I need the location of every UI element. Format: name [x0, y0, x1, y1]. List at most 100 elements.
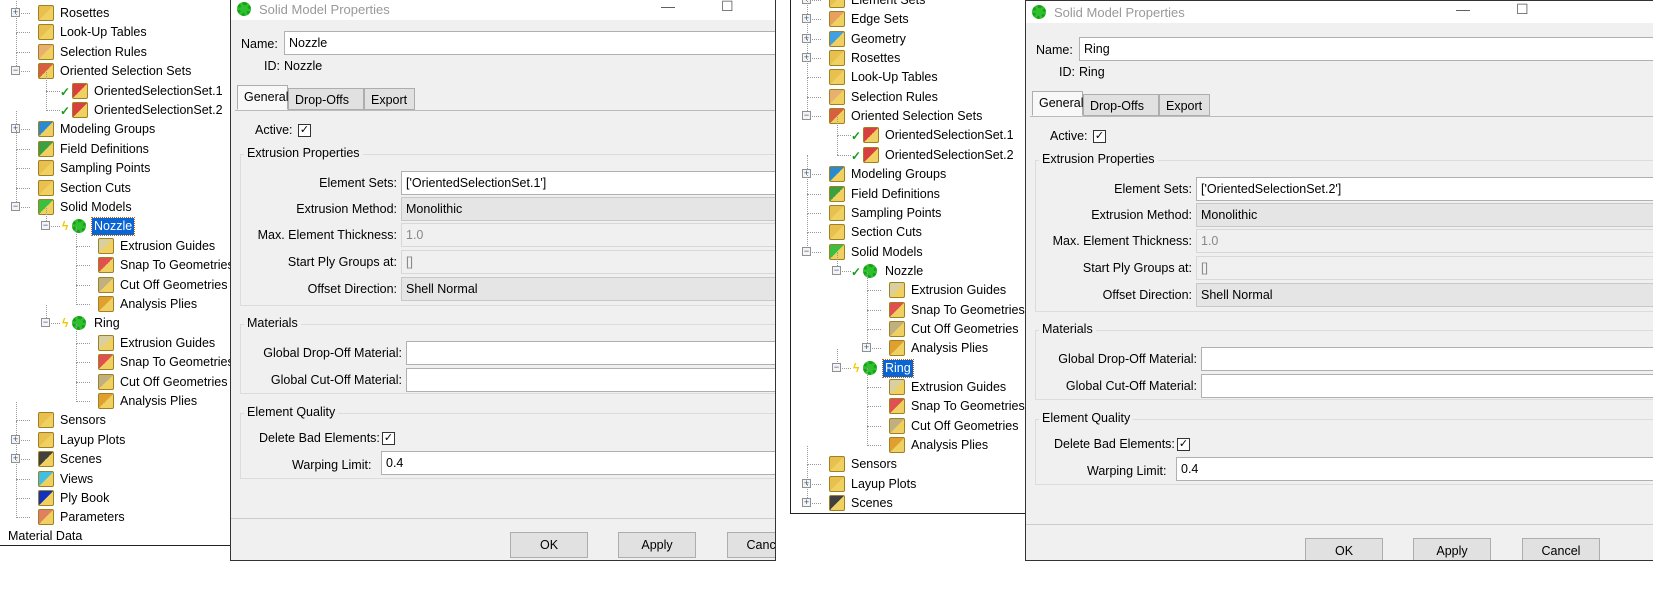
name-input[interactable]: Nozzle	[284, 31, 775, 55]
tree-item[interactable]: Sensors	[0, 401, 230, 430]
tree-item[interactable]: + Edge Sets	[791, 0, 1025, 29]
tree-item-label[interactable]: Extrusion Guides	[909, 379, 1008, 396]
cancel-button[interactable]: Cancel	[727, 532, 775, 558]
tree-item[interactable]: Cut Off Geometries	[0, 265, 230, 295]
tree-item[interactable]: Sampling Points	[791, 194, 1025, 223]
tree-item[interactable]: + Modeling Groups	[791, 155, 1025, 184]
ok-button[interactable]: OK	[510, 532, 588, 558]
tree-item[interactable]: Sensors	[791, 445, 1025, 474]
tree-item[interactable]: Section Cuts	[791, 213, 1025, 242]
tree-item-label[interactable]: Solid Models	[849, 244, 925, 261]
tree-item-label[interactable]: Sampling Points	[58, 160, 152, 177]
collapse-icon[interactable]: −	[832, 362, 841, 372]
tree-item[interactable]: + Geometry	[791, 20, 1025, 49]
tree-item[interactable]: Snap To Geometries	[0, 343, 230, 372]
element-sets-input[interactable]: ['OrientedSelectionSet.1']	[401, 171, 775, 195]
collapse-icon[interactable]: −	[41, 318, 50, 328]
tree-item[interactable]: Snap To Geometries	[791, 290, 1025, 320]
tree-item-label[interactable]: Ring	[882, 358, 914, 378]
tree-item-label[interactable]: Analysis Plies	[118, 296, 199, 313]
global-dropoff-material-select[interactable]	[1201, 347, 1653, 371]
tree-item-label[interactable]: Cut Off Geometries	[909, 321, 1020, 338]
collapse-icon[interactable]: −	[802, 246, 811, 256]
tree-item-label[interactable]: OrientedSelectionSet.2	[92, 102, 225, 119]
tree-item-label[interactable]: Extrusion Guides	[909, 282, 1008, 299]
tree-item[interactable]: ✓ OrientedSelectionSet.1	[791, 116, 1025, 145]
tree-item-label[interactable]: Rosettes	[849, 50, 902, 67]
title-bar[interactable]: Solid Model Properties — ☐	[1026, 1, 1653, 23]
collapse-icon[interactable]: −	[11, 202, 20, 211]
tab-dropoffs[interactable]: Drop-Offs	[288, 88, 364, 110]
maximize-button[interactable]: ☐	[1516, 1, 1529, 18]
tree-item[interactable]: − Oriented Selection Sets	[791, 97, 1025, 126]
tree-item[interactable]: Parameters	[0, 498, 230, 527]
tree-item-label[interactable]: Section Cuts	[849, 224, 924, 241]
element-sets-input[interactable]: ['OrientedSelectionSet.2']	[1196, 177, 1653, 201]
warping-limit-input[interactable]: 0.4	[1176, 457, 1653, 481]
tree-item-label[interactable]: Layup Plots	[58, 432, 127, 449]
max-thickness-input[interactable]: 1.0	[1196, 229, 1653, 253]
tree-item-label[interactable]: Sensors	[58, 412, 108, 429]
tree-item[interactable]: Section Cuts	[0, 168, 230, 198]
tree-item-label[interactable]: Snap To Geometries	[118, 354, 230, 371]
tree-item[interactable]: Field Definitions	[791, 174, 1025, 204]
tree-item[interactable]: Look-Up Tables	[0, 13, 230, 42]
collapse-icon[interactable]: −	[11, 66, 20, 76]
minimize-button[interactable]: —	[1456, 1, 1470, 17]
tree-item[interactable]: Look-Up Tables	[791, 58, 1025, 87]
tree-item-label[interactable]: Look-Up Tables	[849, 69, 940, 86]
tree-item-label[interactable]: Extrusion Guides	[118, 335, 217, 352]
tree-item-label[interactable]: Analysis Plies	[909, 437, 990, 454]
tree-item[interactable]: Cut Off Geometries	[791, 310, 1025, 339]
tree-item[interactable]: Analysis Plies	[0, 285, 230, 314]
global-cutoff-material-select[interactable]	[406, 368, 775, 392]
tree-item[interactable]: − ϟ Ring	[0, 304, 230, 333]
tree-item-label[interactable]: Selection Rules	[58, 44, 149, 61]
tree-item[interactable]: Analysis Plies	[791, 426, 1025, 455]
project-tree-right[interactable]: +Element Sets+Edge Sets+Geometry + Rosette…	[790, 0, 1026, 514]
tree-item[interactable]: Analysis Plies	[0, 382, 230, 411]
tree-item[interactable]: Selection Rules	[0, 33, 230, 62]
expand-icon[interactable]: +	[802, 498, 811, 508]
tab-dropoffs[interactable]: Drop-Offs	[1083, 94, 1159, 116]
tree-item-label[interactable]: Field Definitions	[58, 141, 151, 158]
tree-item-label[interactable]: Ring	[92, 315, 122, 332]
tree-item-label[interactable]: OrientedSelectionSet.1	[883, 127, 1016, 144]
offset-direction-select[interactable]: Shell Normal	[1196, 283, 1653, 307]
tree-item-label[interactable]: Selection Rules	[849, 89, 940, 106]
tree-item-label[interactable]: Snap To Geometries	[909, 302, 1025, 319]
tree-item[interactable]: Extrusion Guides	[791, 271, 1025, 300]
tree-item[interactable]: Field Definitions	[0, 130, 230, 159]
tree-item[interactable]: + Scenes	[0, 440, 230, 469]
tree-item[interactable]: − Solid Models	[791, 232, 1025, 262]
apply-button[interactable]: Apply	[618, 532, 696, 558]
tree-item[interactable]: Sampling Points	[0, 149, 230, 178]
delete-bad-elements-checkbox[interactable]: ✓	[382, 432, 395, 445]
tree-item[interactable]: Ply Book	[0, 479, 230, 508]
tree-item-label[interactable]: Cut Off Geometries	[118, 277, 229, 294]
tree-item[interactable]: + Rosettes	[0, 0, 230, 23]
max-thickness-input[interactable]: 1.0	[401, 223, 775, 247]
tree-item[interactable]: Cut Off Geometries	[0, 362, 230, 392]
tree-item-label[interactable]: Layup Plots	[849, 476, 918, 493]
extrusion-method-select[interactable]: Monolithic	[401, 197, 775, 221]
tree-item-label[interactable]: Parameters	[58, 509, 127, 526]
cancel-button[interactable]: Cancel	[1522, 538, 1600, 560]
tree-item[interactable]: ✓ OrientedSelectionSet.2	[0, 91, 230, 120]
tree-item-label[interactable]: Solid Models	[58, 199, 134, 216]
tab-general[interactable]: General	[237, 85, 288, 110]
tree-item-label[interactable]: Analysis Plies	[909, 340, 990, 357]
tab-general[interactable]: General	[1032, 91, 1083, 116]
tree-item[interactable]: − ϟ Ring	[791, 348, 1025, 378]
offset-direction-select[interactable]: Shell Normal	[401, 277, 775, 301]
tree-item-label[interactable]: Modeling Groups	[58, 121, 157, 138]
project-tree-left[interactable]: + Rosettes Look-Up Tables Selection Rules − O…	[0, 0, 231, 546]
collapse-icon[interactable]: −	[41, 221, 50, 231]
apply-button[interactable]: Apply	[1413, 538, 1491, 560]
collapse-icon[interactable]: −	[832, 265, 841, 275]
tree-item-label[interactable]: Geometry	[849, 31, 908, 48]
tree-item-label[interactable]: Sensors	[849, 456, 899, 473]
extrusion-method-select[interactable]: Monolithic	[1196, 203, 1653, 227]
active-checkbox[interactable]: ✓	[298, 124, 311, 137]
tree-item[interactable]: +Element Sets	[791, 0, 1025, 10]
